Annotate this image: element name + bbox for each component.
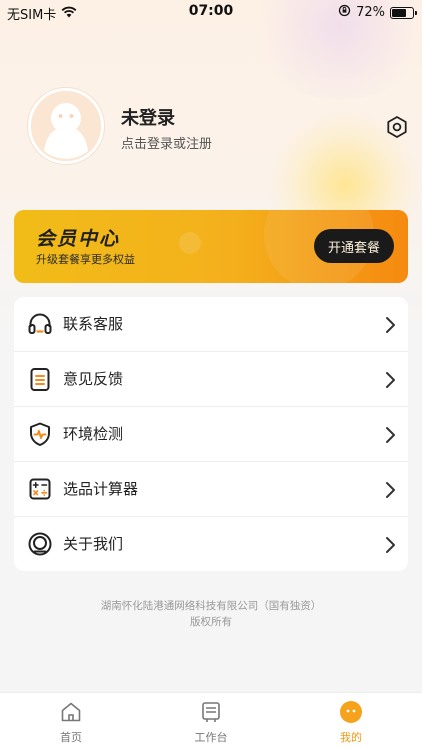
copyright: 湖南怀化陆港通网络科技有限公司（国有独资） 版权所有	[0, 598, 422, 630]
chevron-right-icon	[386, 317, 395, 333]
chevron-right-icon	[386, 372, 395, 388]
open-plan-button[interactable]: 开通套餐	[314, 229, 394, 263]
workbench-icon	[198, 699, 224, 725]
copyright-company: 湖南怀化陆港通网络科技有限公司（国有独资）	[100, 600, 322, 612]
orientation-lock-icon	[338, 4, 351, 21]
menu-item-label: 意见反馈	[63, 370, 124, 388]
menu-item-label: 选品计算器	[63, 480, 139, 498]
chevron-right-icon	[386, 482, 395, 498]
tab-mine[interactable]: 我的	[311, 699, 391, 745]
chevron-right-icon	[386, 537, 395, 553]
clipboard-icon	[26, 365, 54, 393]
menu-item-calculator[interactable]: 选品计算器	[14, 462, 408, 517]
tab-label: 首页	[60, 731, 82, 744]
circle-badge-icon	[26, 530, 54, 558]
member-subtitle: 升级套餐享更多权益	[36, 253, 135, 266]
avatar[interactable]	[28, 88, 104, 164]
chevron-right-icon	[386, 427, 395, 443]
smiley-icon	[338, 699, 364, 725]
calculator-icon	[26, 475, 54, 503]
login-subtitle[interactable]: 点击登录或注册	[121, 133, 212, 152]
menu-item-label: 关于我们	[63, 535, 124, 553]
home-icon	[58, 699, 84, 725]
member-title: 会员中心	[36, 228, 121, 250]
hexagon-settings-icon	[387, 116, 407, 138]
menu-item-feedback[interactable]: 意见反馈	[14, 352, 408, 407]
battery-icon	[390, 6, 417, 19]
headset-icon	[26, 310, 54, 338]
shield-pulse-icon	[26, 420, 54, 448]
tab-label: 工作台	[194, 731, 228, 744]
status-bar: 无SIM卡 07:00 72%	[0, 0, 422, 24]
menu-list: 联系客服 意见反馈 环境检测 选品计算器 关于我们	[14, 297, 408, 571]
tab-home[interactable]: 首页	[31, 699, 111, 745]
copyright-rights: 版权所有	[190, 616, 232, 628]
menu-item-env-check[interactable]: 环境检测	[14, 407, 408, 462]
card-decor	[179, 232, 201, 254]
member-center-card[interactable]: 会员中心 升级套餐享更多权益 开通套餐	[14, 210, 408, 283]
menu-item-label: 联系客服	[63, 315, 124, 333]
tab-workbench[interactable]: 工作台	[171, 699, 251, 745]
menu-item-label: 环境检测	[63, 425, 124, 443]
tab-label: 我的	[340, 731, 362, 744]
battery-percent: 72%	[356, 5, 385, 20]
menu-item-contact-service[interactable]: 联系客服	[14, 297, 408, 352]
tab-bar: 首页 工作台 我的	[0, 692, 422, 750]
settings-button[interactable]	[383, 113, 411, 141]
login-title[interactable]: 未登录	[121, 104, 175, 130]
menu-item-about-us[interactable]: 关于我们	[14, 517, 408, 571]
avatar-face-icon	[31, 91, 101, 161]
